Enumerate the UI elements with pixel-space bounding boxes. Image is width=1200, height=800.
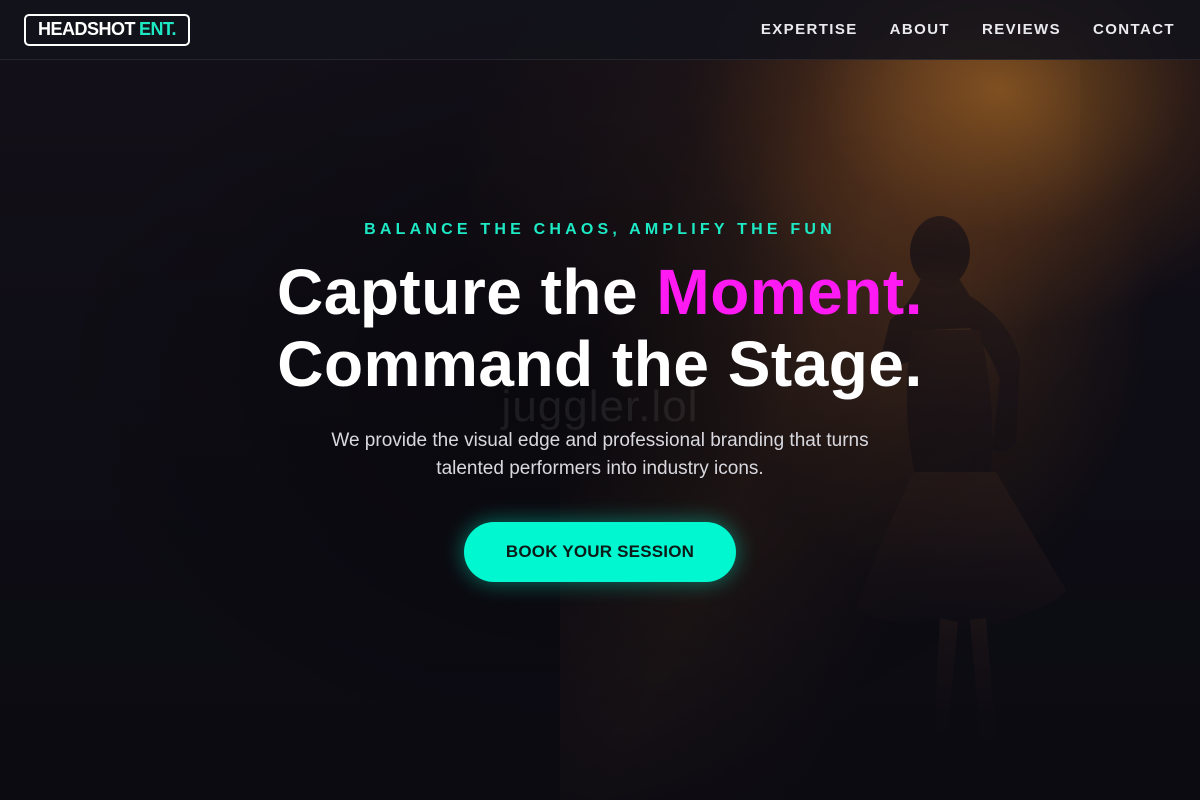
book-session-button[interactable]: BOOK YOUR SESSION — [464, 522, 736, 582]
nav-link-reviews[interactable]: REVIEWS — [982, 21, 1061, 38]
main-nav: EXPERTISE ABOUT REVIEWS CONTACT — [761, 21, 1175, 38]
site-header: HEADSHOT ENT. EXPERTISE ABOUT REVIEWS CON… — [0, 0, 1200, 60]
logo-text: HEADSHOT — [38, 19, 136, 39]
nav-link-about[interactable]: ABOUT — [890, 21, 950, 38]
nav-link-expertise[interactable]: EXPERTISE — [761, 21, 858, 38]
brand-logo[interactable]: HEADSHOT ENT. — [24, 13, 191, 46]
headline-highlight: Moment. — [656, 256, 923, 328]
subtitle-line2: talented performers into industry icons. — [436, 458, 764, 479]
headline-line1-prefix: Capture the — [277, 256, 639, 328]
subtitle-line1: We provide the visual edge and professio… — [331, 430, 869, 451]
logo-accent-text: ENT. — [139, 19, 177, 39]
landing-page: HEADSHOT ENT. EXPERTISE ABOUT REVIEWS CON… — [0, 0, 1200, 800]
watermark-text: juggler.lol — [501, 382, 699, 431]
hero-eyebrow: BALANCE THE CHAOS, AMPLIFY THE FUN — [364, 221, 836, 238]
hero-subtitle: We provide the visual edge and professio… — [0, 427, 1200, 483]
hero-headline: Capture the Moment. Command the Stage. — [0, 256, 1200, 400]
nav-link-contact[interactable]: CONTACT — [1093, 21, 1175, 38]
hero-section: BALANCE THE CHAOS, AMPLIFY THE FUN Captu… — [0, 60, 1200, 800]
